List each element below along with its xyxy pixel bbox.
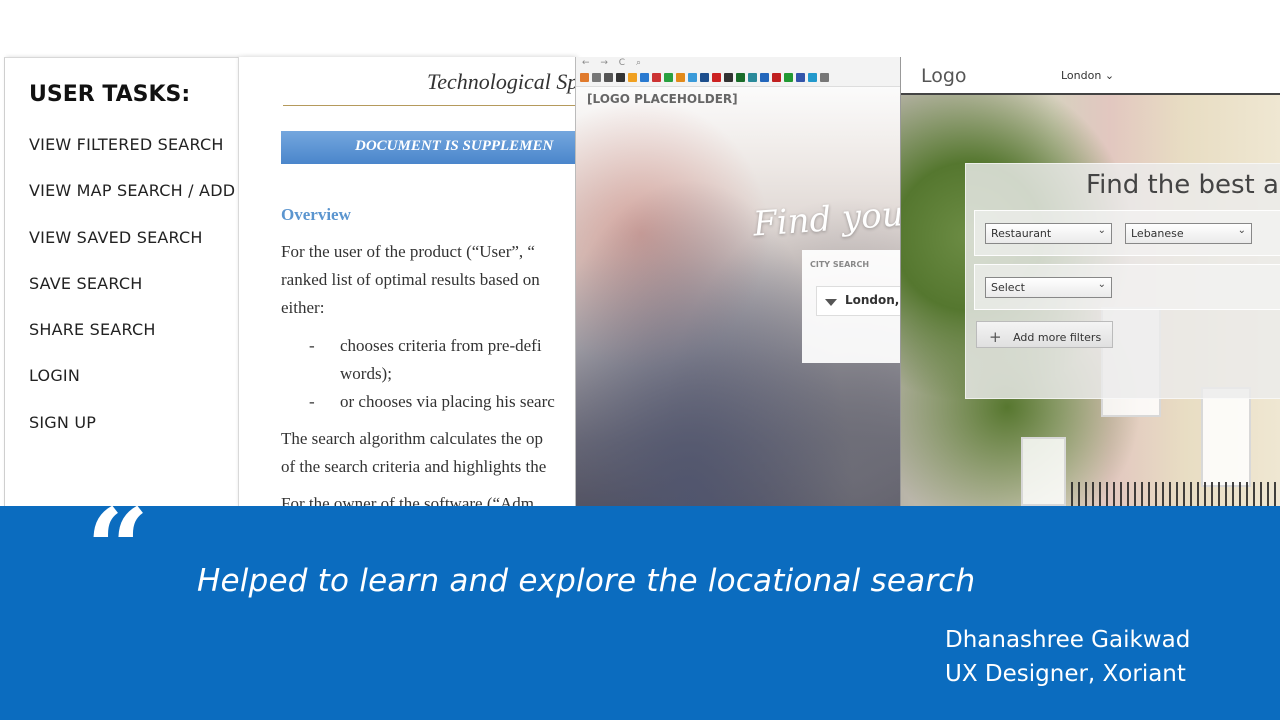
category-select-value: Restaurant: [991, 227, 1052, 240]
chevron-down-icon: ⌄: [1097, 279, 1106, 290]
bookmark-icon[interactable]: [604, 73, 613, 82]
paragraph-line: either:: [281, 298, 325, 317]
bookmark-icon[interactable]: [808, 73, 817, 82]
bullet-line: words);: [340, 364, 392, 383]
browser-mockup-panel: ← → C ⌕ [LOGO PLACEHOLDER] Find your pe …: [575, 57, 900, 506]
user-tasks-heading: USER TASKS:: [29, 82, 191, 107]
extra-select-value: Select: [991, 281, 1025, 294]
chevron-down-icon: ⌄: [1237, 225, 1246, 236]
chevron-down-icon: ⌄: [1097, 225, 1106, 236]
paragraph-line: The search algorithm calculates the op: [281, 429, 543, 448]
bookmark-icon[interactable]: [652, 73, 661, 82]
bullet-dash: -: [309, 392, 315, 411]
browser-toolbar: ← → C ⌕: [576, 57, 900, 87]
city-search-label: CITY SEARCH: [810, 260, 870, 269]
bullet-line: chooses criteria from pre-defi: [340, 336, 542, 355]
task-sign-up[interactable]: SIGN UP: [29, 413, 238, 459]
task-save-search[interactable]: SAVE SEARCH: [29, 274, 238, 320]
bookmark-icon[interactable]: [760, 73, 769, 82]
chevron-down-icon: ⌄: [1104, 69, 1115, 82]
city-select[interactable]: London,: [816, 286, 900, 316]
author-role: UX Designer, Xoriant: [945, 661, 1186, 687]
bookmark-icon[interactable]: [796, 73, 805, 82]
bookmark-icon[interactable]: [592, 73, 601, 82]
add-filters-label: Add more filters: [1013, 331, 1102, 344]
filter-row: Select ⌄: [974, 264, 1280, 310]
paragraph-line: of the search criteria and highlights th…: [281, 457, 547, 476]
city-select-value: London,: [845, 293, 900, 307]
bookmark-icon[interactable]: [820, 73, 829, 82]
paragraph-line: For the user of the product (“User”, “: [281, 242, 535, 261]
bullet-dash: -: [309, 336, 315, 355]
location-value: London: [1061, 69, 1102, 82]
extra-select[interactable]: Select ⌄: [985, 277, 1112, 298]
bookmark-icon[interactable]: [712, 73, 721, 82]
document-banner: DOCUMENT IS SUPPLEMEN: [281, 131, 575, 164]
location-dropdown[interactable]: London ⌄: [1061, 69, 1114, 82]
site-header: Logo London ⌄: [901, 57, 1280, 95]
bookmark-icon[interactable]: [748, 73, 757, 82]
bookmark-icon[interactable]: [784, 73, 793, 82]
bookmark-icon[interactable]: [628, 73, 637, 82]
cuisine-select[interactable]: Lebanese ⌄: [1125, 223, 1252, 244]
street-mockup-panel: Logo London ⌄ Find the best are Restaura…: [900, 57, 1280, 506]
filter-row: Restaurant ⌄ Lebanese ⌄: [974, 210, 1280, 256]
bookmark-icon[interactable]: [640, 73, 649, 82]
paragraph-line: For the owner of the software (“Adm: [281, 494, 535, 506]
search-panel: Find the best are Restaurant ⌄ Lebanese …: [965, 163, 1280, 399]
bookmark-icon[interactable]: [616, 73, 625, 82]
bookmark-icon[interactable]: [736, 73, 745, 82]
quote-icon: “: [86, 484, 150, 613]
logo-placeholder: [LOGO PLACEHOLDER]: [587, 92, 738, 106]
user-tasks-list: VIEW FILTERED SEARCH VIEW MAP SEARCH / A…: [29, 135, 238, 459]
search-heading: Find the best are: [1086, 170, 1280, 200]
bookmark-icon[interactable]: [580, 73, 589, 82]
task-view-map-search[interactable]: VIEW MAP SEARCH / ADD F: [29, 181, 238, 227]
category-select[interactable]: Restaurant ⌄: [985, 223, 1112, 244]
user-tasks-panel: USER TASKS: VIEW FILTERED SEARCH VIEW MA…: [4, 57, 238, 506]
testimonial-author: Dhanashree Gaikwad UX Designer, Xoriant: [945, 623, 1190, 691]
paragraph-line: ranked list of optimal results based on: [281, 270, 540, 289]
plus-icon: +: [989, 328, 1002, 346]
cuisine-select-value: Lebanese: [1131, 227, 1184, 240]
fence: [1071, 482, 1280, 506]
bookmark-icon[interactable]: [772, 73, 781, 82]
bullet-line: or chooses via placing his searc: [340, 392, 555, 411]
bookmarks-bar: [580, 73, 829, 82]
house-window: [1201, 387, 1251, 487]
overview-heading: Overview: [281, 205, 351, 224]
testimonial-band: “ Helped to learn and explore the locati…: [0, 494, 1280, 720]
bookmark-icon[interactable]: [664, 73, 673, 82]
slide: USER TASKS: VIEW FILTERED SEARCH VIEW MA…: [0, 0, 1280, 720]
site-logo[interactable]: Logo: [921, 65, 967, 87]
house-window: [1021, 437, 1066, 506]
add-filters-button[interactable]: + Add more filters: [976, 321, 1113, 348]
task-view-filtered-search[interactable]: VIEW FILTERED SEARCH: [29, 135, 238, 181]
document-title: Technological Spe: [427, 69, 575, 94]
bookmark-icon[interactable]: [700, 73, 709, 82]
bookmark-icon[interactable]: [724, 73, 733, 82]
caret-down-icon: [825, 299, 837, 306]
city-search-card: CITY SEARCH London,: [802, 250, 900, 363]
task-share-search[interactable]: SHARE SEARCH: [29, 320, 238, 366]
title-rule: [283, 105, 575, 106]
author-name: Dhanashree Gaikwad: [945, 627, 1191, 653]
task-view-saved-search[interactable]: VIEW SAVED SEARCH: [29, 228, 238, 274]
browser-nav-buttons[interactable]: ← → C ⌕: [582, 58, 645, 68]
testimonial-quote: Helped to learn and explore the location…: [197, 563, 976, 599]
bookmark-icon[interactable]: [676, 73, 685, 82]
spec-document-panel: Technological Spe DOCUMENT IS SUPPLEMEN …: [238, 57, 575, 506]
bookmark-icon[interactable]: [688, 73, 697, 82]
task-login[interactable]: LOGIN: [29, 366, 238, 412]
